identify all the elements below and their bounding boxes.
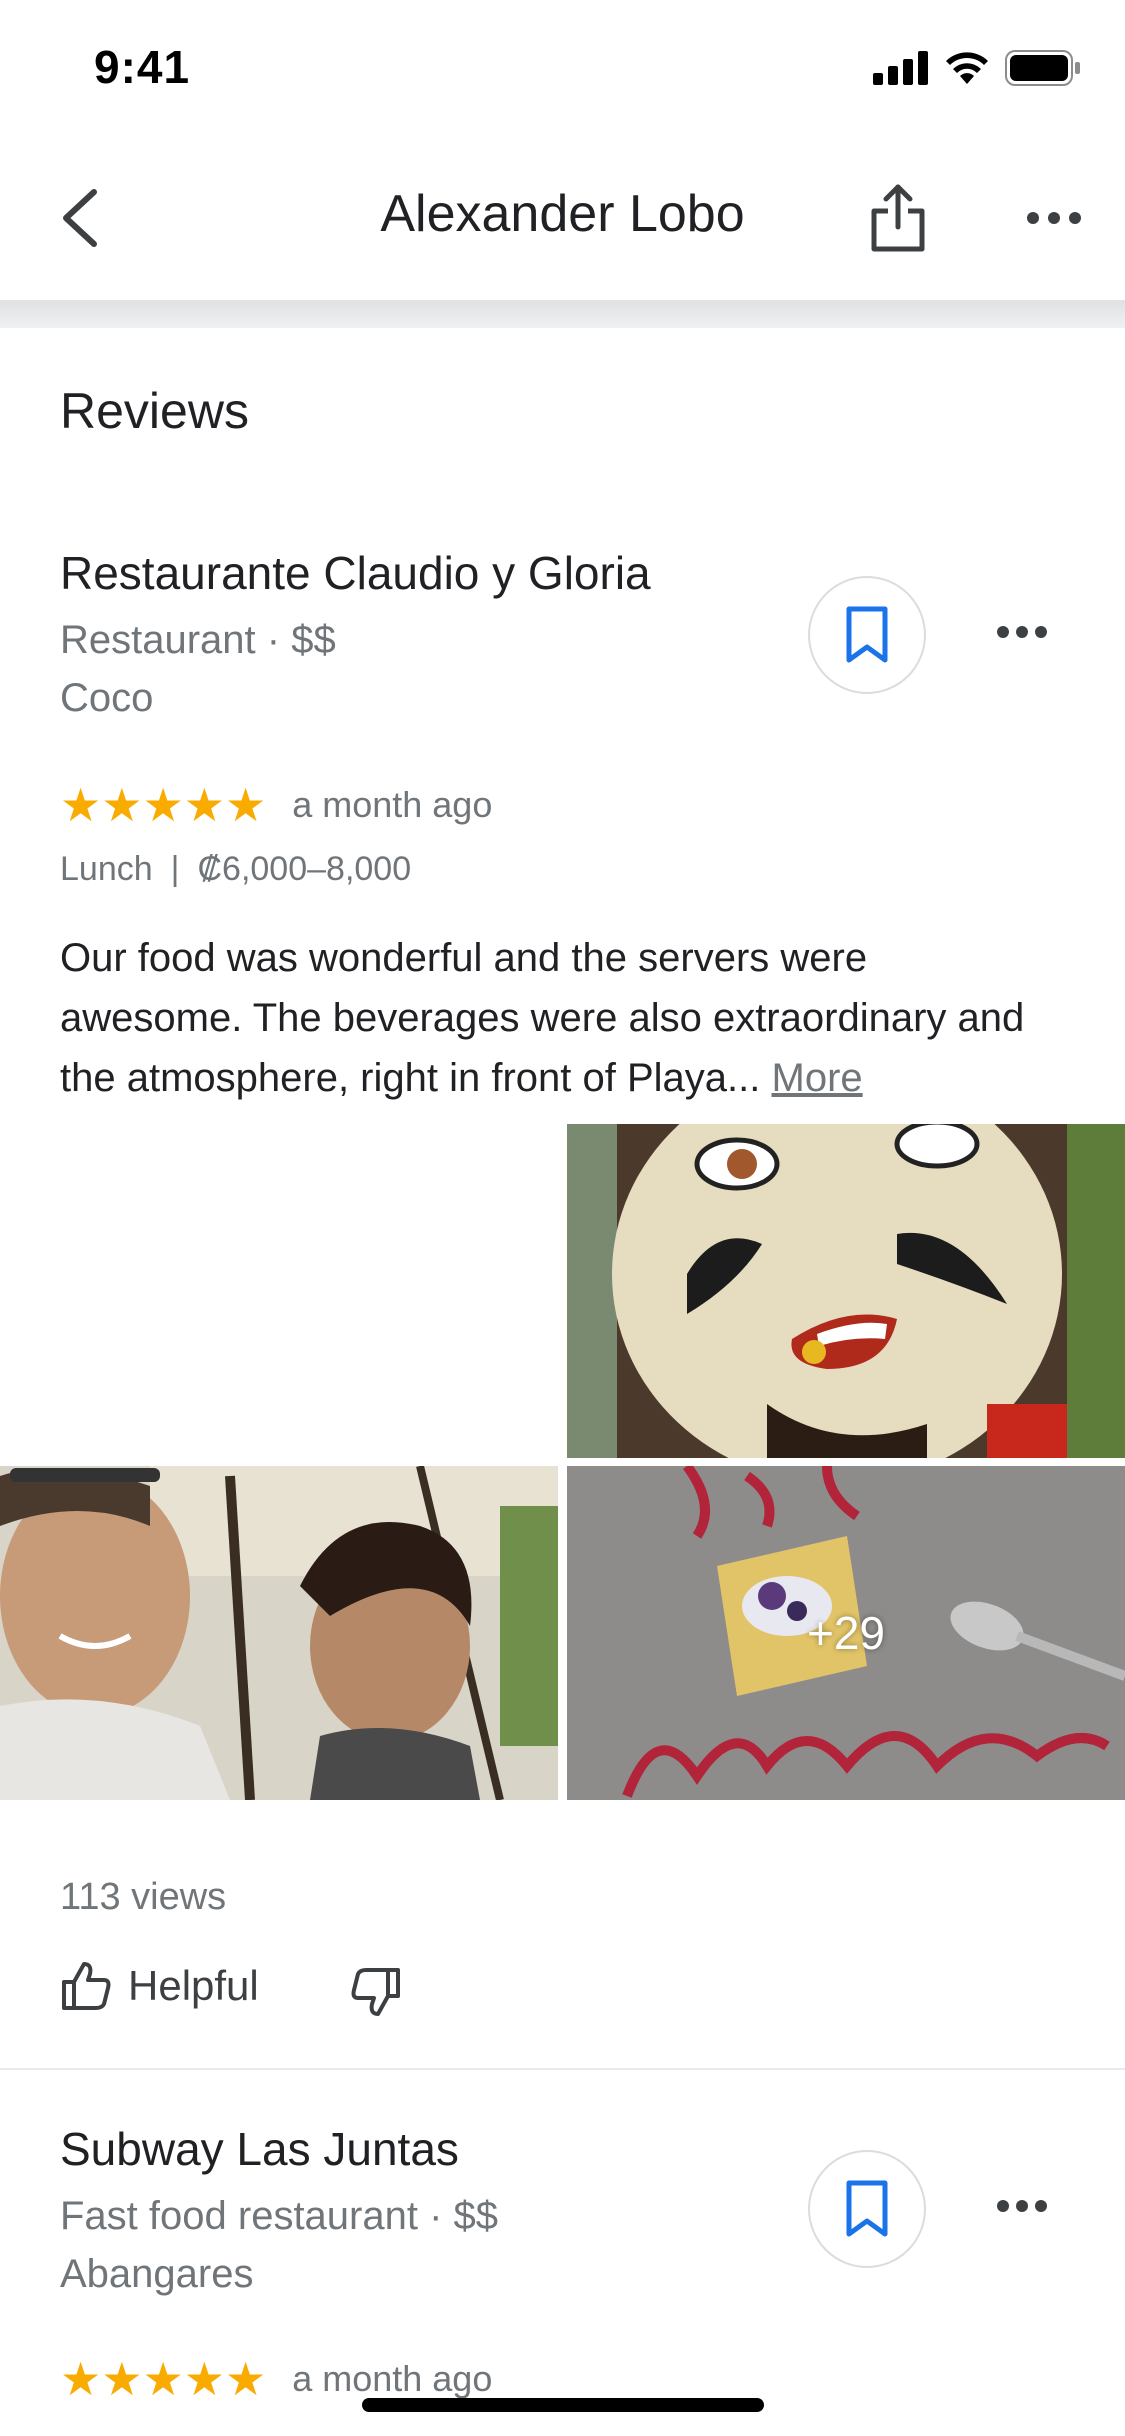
home-indicator[interactable] bbox=[362, 2398, 764, 2412]
mask-photo bbox=[567, 1124, 1125, 1458]
wifi-icon bbox=[946, 52, 988, 84]
place-category: Fast food restaurant · $$ bbox=[60, 2194, 499, 2238]
more-horizontal-icon bbox=[1027, 212, 1081, 224]
app-header: Alexander Lobo bbox=[0, 140, 1125, 300]
share-icon bbox=[871, 184, 925, 252]
place-name[interactable]: Subway Las Juntas bbox=[60, 2122, 459, 2176]
review-date: a month ago bbox=[292, 2358, 493, 2399]
status-icons bbox=[873, 50, 1081, 86]
status-time: 9:41 bbox=[94, 41, 191, 93]
review-photo-3[interactable]: +29 bbox=[567, 1466, 1125, 1800]
more-link[interactable]: More bbox=[772, 1056, 863, 1100]
meal-separator: | bbox=[170, 850, 180, 888]
header-divider bbox=[0, 300, 1125, 328]
thumbs-down-icon bbox=[351, 1968, 400, 2016]
review-photo-1[interactable] bbox=[567, 1124, 1125, 1458]
place-location: Coco bbox=[60, 676, 154, 720]
views-count: 113 views bbox=[60, 1876, 227, 1918]
share-button[interactable] bbox=[856, 176, 940, 260]
meal-price-row: Lunch | ₡6,000–8,000 bbox=[60, 850, 411, 889]
rating-row: ★★★★★ a month ago bbox=[60, 782, 492, 828]
save-button[interactable] bbox=[808, 2150, 926, 2268]
section-title: Reviews bbox=[60, 383, 249, 439]
page-title: Alexander Lobo bbox=[380, 185, 745, 243]
signal-icon bbox=[873, 51, 928, 85]
bookmark-icon bbox=[846, 2180, 888, 2237]
review-date: a month ago bbox=[292, 784, 493, 825]
selfie-photo bbox=[0, 1466, 558, 1800]
star-rating: ★★★★★ bbox=[60, 2353, 267, 2405]
thumbs-up-icon bbox=[62, 1962, 111, 2010]
place-location: Abangares bbox=[60, 2252, 254, 2296]
more-photos-count[interactable]: +29 bbox=[567, 1466, 1125, 1800]
save-button[interactable] bbox=[808, 576, 926, 694]
star-rating: ★★★★★ bbox=[60, 779, 267, 831]
review-more-button[interactable] bbox=[982, 2166, 1062, 2246]
meal-type: Lunch bbox=[60, 850, 153, 888]
review-text: Our food was wonderful and the servers w… bbox=[60, 928, 1060, 1108]
battery-icon bbox=[1005, 50, 1080, 86]
more-horizontal-icon bbox=[997, 2200, 1047, 2212]
status-bar: 9:41 bbox=[0, 0, 1125, 140]
review-body: Our food was wonderful and the servers w… bbox=[60, 936, 1025, 1100]
price-range: ₡6,000–8,000 bbox=[197, 850, 412, 888]
rating-row: ★★★★★ a month ago bbox=[60, 2356, 492, 2402]
review-more-button[interactable] bbox=[982, 592, 1062, 672]
more-horizontal-icon bbox=[997, 626, 1047, 638]
review-photo-2[interactable] bbox=[0, 1466, 558, 1800]
helpful-label: Helpful bbox=[128, 1962, 259, 2009]
place-name[interactable]: Restaurante Claudio y Gloria bbox=[60, 546, 651, 600]
not-helpful-button[interactable] bbox=[346, 1962, 406, 2022]
helpful-button[interactable]: Helpful bbox=[60, 1960, 259, 2012]
bookmark-icon bbox=[846, 606, 888, 663]
place-category: Restaurant · $$ bbox=[60, 618, 336, 662]
more-options-button[interactable] bbox=[1012, 176, 1096, 260]
review-divider bbox=[0, 2068, 1125, 2070]
